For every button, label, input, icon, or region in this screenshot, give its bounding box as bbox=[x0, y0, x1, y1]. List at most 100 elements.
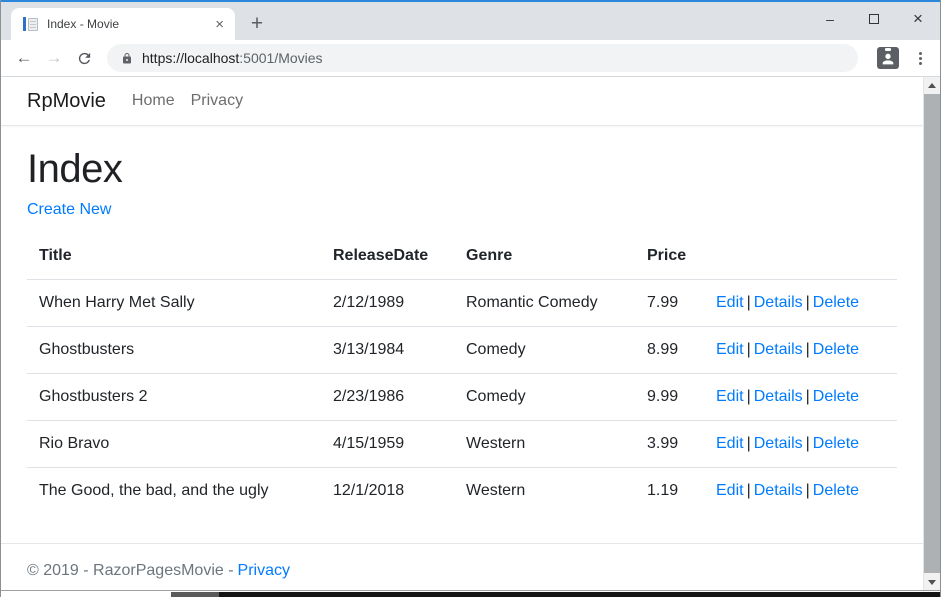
cell-title: Rio Bravo bbox=[27, 421, 321, 468]
scroll-up-button[interactable] bbox=[924, 77, 940, 93]
movies-table: Title ReleaseDate Genre Price When Harry… bbox=[27, 233, 897, 514]
details-link[interactable]: Details bbox=[754, 435, 803, 452]
page-title: Index bbox=[27, 147, 897, 192]
edit-link[interactable]: Edit bbox=[716, 294, 744, 311]
scrollbar-track[interactable] bbox=[924, 93, 940, 574]
site-favicon-icon bbox=[23, 16, 39, 32]
address-bar[interactable]: https://localhost:5001/Movies bbox=[107, 44, 858, 72]
site-footer: © 2019 - RazorPagesMovie -Privacy bbox=[1, 543, 923, 590]
site-navbar: RpMovie Home Privacy bbox=[1, 77, 923, 126]
column-header-title: Title bbox=[27, 233, 321, 280]
forward-icon[interactable]: → bbox=[39, 48, 69, 68]
taskbar-sliver-gray bbox=[171, 592, 219, 597]
delete-link[interactable]: Delete bbox=[813, 341, 859, 358]
cell-price: 7.99 bbox=[635, 280, 704, 327]
scroll-down-button[interactable] bbox=[924, 574, 940, 590]
cell-date: 4/15/1959 bbox=[321, 421, 454, 468]
cell-date: 3/13/1984 bbox=[321, 327, 454, 374]
cell-date: 12/1/2018 bbox=[321, 468, 454, 515]
scroll-up-icon bbox=[928, 83, 936, 88]
action-separator: | bbox=[806, 294, 810, 311]
window-controls: – × bbox=[808, 2, 940, 35]
nav-link-privacy[interactable]: Privacy bbox=[183, 92, 251, 110]
below-window-area bbox=[1, 591, 940, 597]
minimize-button[interactable]: – bbox=[808, 2, 852, 35]
cell-title: When Harry Met Sally bbox=[27, 280, 321, 327]
cell-date: 2/23/1986 bbox=[321, 374, 454, 421]
cell-price: 9.99 bbox=[635, 374, 704, 421]
nav-link-home[interactable]: Home bbox=[124, 92, 183, 110]
column-header-price: Price bbox=[635, 233, 704, 280]
cell-genre: Comedy bbox=[454, 327, 635, 374]
details-link[interactable]: Details bbox=[754, 388, 803, 405]
reload-icon[interactable] bbox=[69, 48, 99, 68]
delete-link[interactable]: Delete bbox=[813, 294, 859, 311]
cell-title: Ghostbusters 2 bbox=[27, 374, 321, 421]
action-separator: | bbox=[747, 341, 751, 358]
scrollbar-thumb[interactable] bbox=[924, 94, 940, 573]
tab-bar: Index - Movie × + – × bbox=[1, 2, 940, 40]
cell-title: The Good, the bad, and the ugly bbox=[27, 468, 321, 515]
action-separator: | bbox=[806, 482, 810, 499]
table-row: Rio Bravo 4/15/1959 Western 3.99 Edit|De… bbox=[27, 421, 897, 468]
taskbar-sliver-dark bbox=[219, 592, 940, 597]
web-page: RpMovie Home Privacy Index Create New Ti… bbox=[1, 77, 923, 590]
cell-price: 8.99 bbox=[635, 327, 704, 374]
cell-title: Ghostbusters bbox=[27, 327, 321, 374]
details-link[interactable]: Details bbox=[754, 482, 803, 499]
delete-link[interactable]: Delete bbox=[813, 435, 859, 452]
column-header-releasedate: ReleaseDate bbox=[321, 233, 454, 280]
cell-price: 1.19 bbox=[635, 468, 704, 515]
new-tab-button[interactable]: + bbox=[243, 10, 271, 38]
create-new-link[interactable]: Create New bbox=[27, 201, 111, 219]
cell-genre: Western bbox=[454, 468, 635, 515]
back-icon[interactable]: ← bbox=[9, 48, 39, 68]
cell-date: 2/12/1989 bbox=[321, 280, 454, 327]
delete-link[interactable]: Delete bbox=[813, 482, 859, 499]
action-separator: | bbox=[806, 388, 810, 405]
browser-tab[interactable]: Index - Movie × bbox=[11, 8, 235, 40]
edit-link[interactable]: Edit bbox=[716, 341, 744, 358]
action-separator: | bbox=[747, 294, 751, 311]
close-button[interactable]: × bbox=[896, 2, 940, 35]
navbar-brand[interactable]: RpMovie bbox=[27, 90, 106, 113]
tab-close-icon[interactable]: × bbox=[212, 16, 227, 33]
cell-genre: Western bbox=[454, 421, 635, 468]
table-row: When Harry Met Sally 2/12/1989 Romantic … bbox=[27, 280, 897, 327]
url-text: https://localhost:5001/Movies bbox=[142, 50, 323, 66]
details-link[interactable]: Details bbox=[754, 341, 803, 358]
cell-actions: Edit|Details|Delete bbox=[704, 280, 897, 327]
cell-price: 3.99 bbox=[635, 421, 704, 468]
column-header-genre: Genre bbox=[454, 233, 635, 280]
scroll-down-icon bbox=[928, 580, 936, 585]
table-row: Ghostbusters 2 2/23/1986 Comedy 9.99 Edi… bbox=[27, 374, 897, 421]
delete-link[interactable]: Delete bbox=[813, 388, 859, 405]
https-lock-icon[interactable] bbox=[121, 52, 133, 65]
table-row: Ghostbusters 3/13/1984 Comedy 8.99 Edit|… bbox=[27, 327, 897, 374]
edit-link[interactable]: Edit bbox=[716, 482, 744, 499]
cell-actions: Edit|Details|Delete bbox=[704, 421, 897, 468]
footer-privacy-link[interactable]: Privacy bbox=[238, 562, 290, 579]
details-link[interactable]: Details bbox=[754, 294, 803, 311]
cell-actions: Edit|Details|Delete bbox=[704, 327, 897, 374]
profile-icon[interactable] bbox=[877, 47, 899, 69]
table-row: The Good, the bad, and the ugly 12/1/201… bbox=[27, 468, 897, 515]
main-content: Index Create New Title ReleaseDate Genre… bbox=[1, 147, 923, 514]
cell-genre: Romantic Comedy bbox=[454, 280, 635, 327]
tab-title: Index - Movie bbox=[47, 17, 212, 31]
action-separator: | bbox=[747, 388, 751, 405]
maximize-icon bbox=[869, 14, 879, 24]
cell-genre: Comedy bbox=[454, 374, 635, 421]
action-separator: | bbox=[806, 435, 810, 452]
maximize-button[interactable] bbox=[852, 2, 896, 35]
edit-link[interactable]: Edit bbox=[716, 388, 744, 405]
action-separator: | bbox=[747, 435, 751, 452]
browser-toolbar: ← → https://localhost:5001/Movies bbox=[1, 40, 940, 77]
page-viewport: RpMovie Home Privacy Index Create New Ti… bbox=[1, 77, 940, 590]
cell-actions: Edit|Details|Delete bbox=[704, 374, 897, 421]
cell-actions: Edit|Details|Delete bbox=[704, 468, 897, 515]
edit-link[interactable]: Edit bbox=[716, 435, 744, 452]
action-separator: | bbox=[747, 482, 751, 499]
browser-window: Index - Movie × + – × ← → https://localh… bbox=[0, 0, 941, 597]
browser-menu-icon[interactable] bbox=[908, 48, 932, 69]
